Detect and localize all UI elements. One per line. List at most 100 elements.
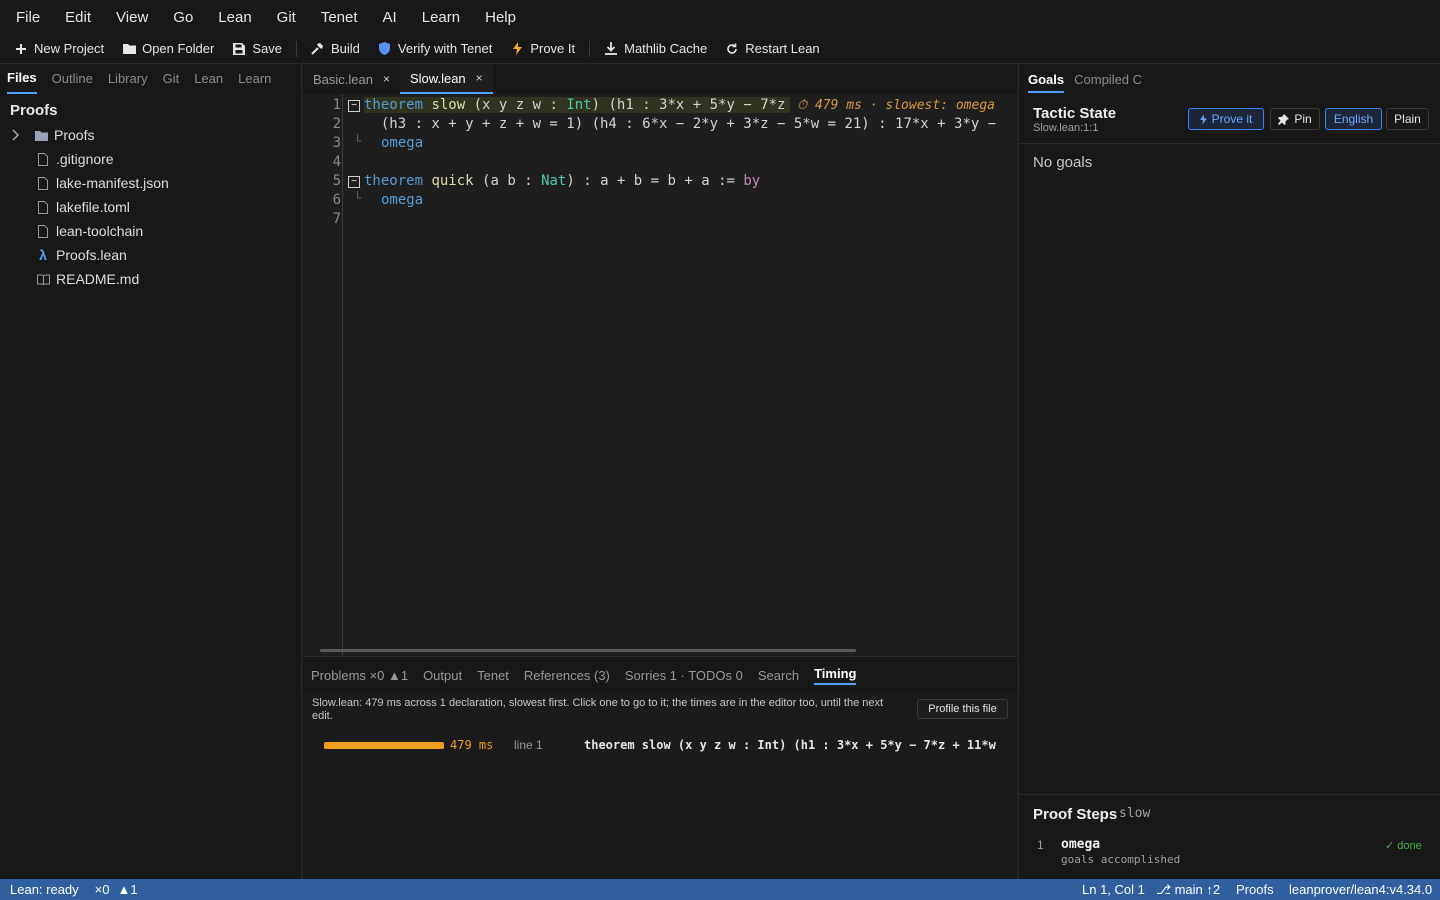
save-icon [232, 42, 246, 56]
toolbar-divider [295, 40, 297, 57]
editor-tab-basic[interactable]: Basic.lean × [303, 64, 400, 94]
tab-output[interactable]: Output [423, 668, 462, 683]
menu-go[interactable]: Go [173, 9, 193, 26]
code-line-3: omega [381, 135, 424, 151]
tactic-state-title: Tactic State [1033, 105, 1117, 122]
timing-inlay-hint[interactable]: ⏱ 479 ms · slowest: omega [797, 98, 995, 113]
tab-references[interactable]: References (3) [524, 668, 610, 683]
tab-library[interactable]: Library [108, 64, 148, 94]
code-editor[interactable]: 1 2 3 4 5 6 7 − − └ └ theorem slow (x y … [303, 94, 1017, 656]
tactic-state-header: Tactic State Slow.lean:1:1 Prove it Pin … [1019, 98, 1440, 144]
tactic-state-location: Slow.lean:1:1 [1033, 122, 1099, 134]
mathlib-cache-button[interactable]: Mathlib Cache [604, 41, 707, 56]
tree-file-proofs-lean[interactable]: λ Proofs.lean [0, 243, 301, 267]
step-tactic[interactable]: omega [1061, 837, 1100, 852]
project-name[interactable]: Proofs [1236, 879, 1274, 900]
build-label: Build [330, 41, 360, 56]
download-icon [604, 42, 618, 56]
menu-git[interactable]: Git [277, 9, 296, 26]
menu-view[interactable]: View [116, 9, 148, 26]
line-number: 4 [332, 154, 341, 170]
menu-tenet[interactable]: Tenet [321, 9, 358, 26]
prove-it-button[interactable]: Prove It [510, 41, 575, 56]
fold-toggle-icon[interactable]: − [348, 176, 360, 188]
english-toggle[interactable]: English [1325, 108, 1382, 130]
menu-learn[interactable]: Learn [422, 9, 460, 26]
lightning-icon [1199, 113, 1207, 125]
menu-help[interactable]: Help [485, 9, 516, 26]
plus-icon [14, 42, 28, 56]
pin-label: Pin [1294, 112, 1312, 126]
menu-file[interactable]: File [16, 9, 40, 26]
line-number: 7 [332, 211, 341, 227]
timing-bar [324, 741, 444, 749]
tree-file-lakefile[interactable]: lakefile.toml [0, 195, 301, 219]
tab-git[interactable]: Git [163, 64, 180, 94]
tab-goals[interactable]: Goals [1028, 72, 1065, 93]
save-button[interactable]: Save [232, 41, 282, 56]
close-icon[interactable]: × [476, 71, 483, 85]
error-count[interactable]: ×0 [95, 882, 110, 897]
folder-icon [34, 128, 48, 142]
code-line-1: theorem slow (x y z w : Int) (h1 : 3*x +… [364, 97, 790, 113]
line-number: 6 [332, 192, 341, 208]
tab-tenet[interactable]: Tenet [477, 668, 509, 683]
proof-steps: Proof Steps slow 1 omega goals accomplis… [1019, 794, 1440, 879]
tree-file-lake-manifest[interactable]: lake-manifest.json [0, 171, 301, 195]
warning-count[interactable]: ▲1 [118, 882, 138, 897]
line-number: 3 [332, 135, 341, 151]
tab-sorries[interactable]: Sorries 1 · TODOs 0 [625, 668, 743, 683]
proof-steps-decl: slow [1119, 806, 1151, 821]
verify-tenet-button[interactable]: Verify with Tenet [378, 41, 492, 56]
timing-row[interactable]: 479 ms line 1 theorem slow (x y z w : In… [324, 735, 1014, 755]
indent-guide: └ [354, 191, 362, 205]
tree-file-lean-toolchain[interactable]: lean-toolchain [0, 219, 301, 243]
timing-declaration: theorem slow (x y z w : Int) (h1 : 3*x +… [584, 738, 996, 752]
build-button[interactable]: Build [311, 41, 360, 56]
code-line-6: omega [381, 192, 424, 208]
tree-file-readme[interactable]: README.md [0, 267, 301, 291]
horizontal-scrollbar[interactable] [320, 649, 856, 652]
tree-item-label: Proofs [54, 127, 95, 143]
toolchain-version[interactable]: leanprover/lean4:v4.34.0 [1289, 879, 1432, 900]
close-icon[interactable]: × [383, 72, 390, 86]
lightning-icon [510, 42, 524, 56]
new-project-button[interactable]: New Project [14, 41, 104, 56]
open-folder-button[interactable]: Open Folder [122, 41, 214, 56]
line-number: 1 [332, 97, 341, 113]
restart-lean-button[interactable]: Restart Lean [725, 41, 820, 56]
sidebar: Files Outline Library Git Lean Learn Pro… [0, 64, 302, 879]
line-number: 5 [332, 173, 341, 189]
tab-outline[interactable]: Outline [52, 64, 93, 94]
menu-lean[interactable]: Lean [218, 9, 251, 26]
prove-it-small-button[interactable]: Prove it [1188, 108, 1264, 130]
tab-files[interactable]: Files [7, 64, 37, 94]
tab-lean[interactable]: Lean [194, 64, 223, 94]
lean-status[interactable]: Lean: ready [10, 882, 79, 897]
plain-toggle[interactable]: Plain [1386, 108, 1429, 130]
lambda-icon: λ [39, 247, 47, 263]
status-bar: Lean: ready ×0 ▲1 Ln 1, Col 1 ⎇ main ↑2 … [0, 879, 1440, 900]
tab-timing[interactable]: Timing [814, 666, 857, 685]
tab-learn[interactable]: Learn [238, 64, 271, 94]
profile-file-button[interactable]: Profile this file [917, 699, 1008, 719]
fold-toggle-icon[interactable]: − [348, 100, 360, 112]
explorer-title: Proofs [10, 102, 58, 119]
verify-tenet-label: Verify with Tenet [397, 41, 493, 56]
menu-edit[interactable]: Edit [65, 9, 91, 26]
tab-search[interactable]: Search [758, 668, 799, 683]
cursor-position[interactable]: Ln 1, Col 1 [1082, 879, 1145, 900]
restart-icon [725, 42, 739, 56]
tree-file-gitignore[interactable]: .gitignore [0, 147, 301, 171]
tree-folder-proofs[interactable]: Proofs [0, 123, 301, 147]
git-branch[interactable]: ⎇ main ↑2 [1156, 879, 1220, 900]
menu-ai[interactable]: AI [383, 9, 397, 26]
timing-description: Slow.lean: 479 ms across 1 declaration, … [312, 697, 884, 722]
pin-button[interactable]: Pin [1270, 108, 1320, 130]
tab-compiled-c[interactable]: Compiled C [1074, 72, 1142, 87]
code-line-5: theorem quick (a b : Nat) : a + b = b + … [364, 173, 761, 189]
editor-tabs: Basic.lean × Slow.lean × [303, 64, 1017, 94]
editor-tab-slow[interactable]: Slow.lean × [400, 64, 493, 94]
gutter-divider [342, 94, 343, 656]
tab-problems[interactable]: Problems ×0 ▲1 [311, 668, 408, 683]
